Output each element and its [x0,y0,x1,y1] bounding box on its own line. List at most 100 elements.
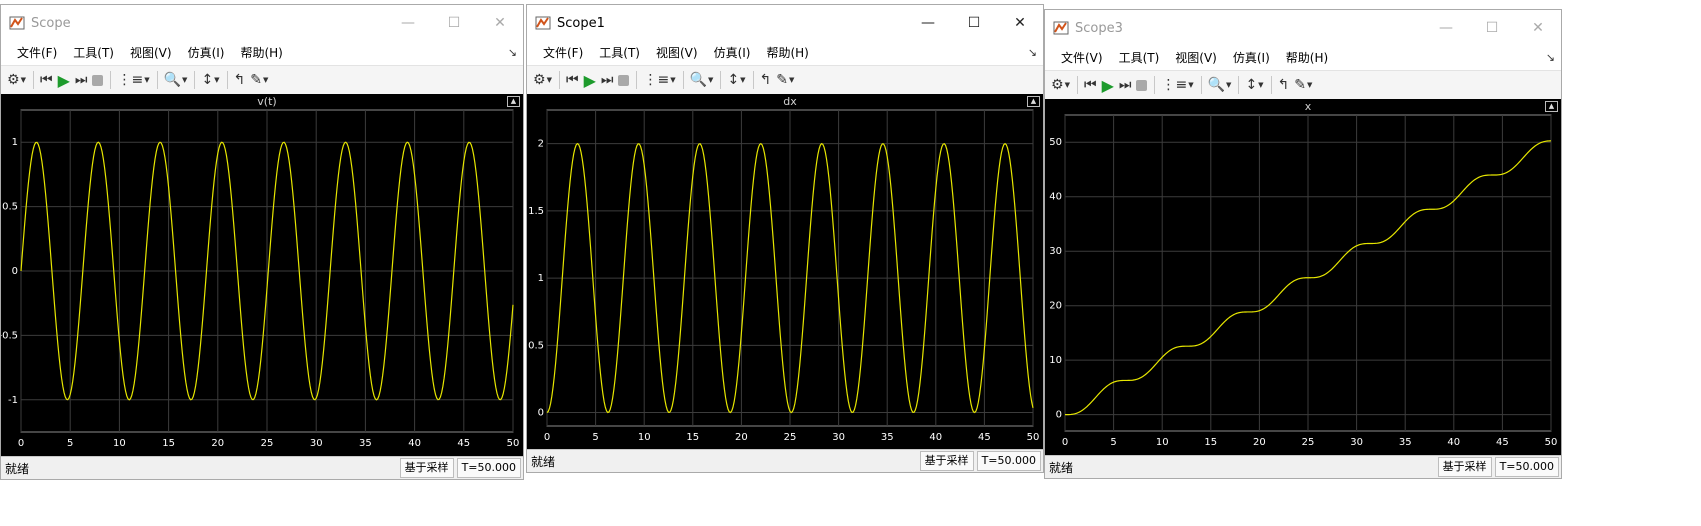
zoom-icon[interactable]: 🔍 ▼ [162,69,190,91]
plot-area[interactable]: dx 0 5 10 15 20 25 30 35 40 45 50 0 0.5 1 1.5 2 ▲ [527,94,1043,452]
menu-tools[interactable]: 工具(T) [1111,46,1168,70]
x-tick-label: 0 [544,432,550,443]
undock-arrow-icon[interactable]: ↘ [1546,51,1555,64]
highlight-icon[interactable]: ⋮≡ ▼ [1159,74,1195,96]
close-button[interactable]: ✕ [1515,10,1561,46]
menu-tools[interactable]: 工具(T) [591,41,648,65]
triggers-icon[interactable]: ↰ [232,69,248,91]
menu-file[interactable]: 文件(V) [1053,46,1111,70]
title-bar[interactable]: Scope1 — ☐ ✕ [527,5,1043,41]
window-title: Scope1 [557,15,605,31]
gear-icon[interactable]: ⚙ ▼ [1049,74,1072,96]
minimize-button[interactable]: — [1423,10,1469,46]
undock-icon[interactable]: ▲ [1027,96,1040,107]
step-back-icon[interactable]: ⏮ [1082,74,1099,96]
menu-bar: 文件(F) 工具(T) 视图(V) 仿真(I) 帮助(H) ↘ [527,41,1043,65]
measurements-icon[interactable]: ✎ ▼ [774,69,796,91]
scope1-window[interactable]: Scope1 — ☐ ✕ 文件(F) 工具(T) 视图(V) 仿真(I) 帮助(… [526,4,1044,473]
close-button[interactable]: ✕ [997,5,1043,41]
y-tick-label: 0.5 [2,202,18,213]
stop-icon[interactable] [90,69,105,91]
menu-help[interactable]: 帮助(H) [232,41,290,65]
triggers-icon[interactable]: ↰ [1276,74,1292,96]
x-tick-label: 5 [1110,437,1116,448]
zoom-icon[interactable]: 🔍 ▼ [1206,74,1234,96]
status-ready: 就绪 [5,461,30,476]
maximize-button[interactable]: ☐ [951,5,997,41]
plot-title: v(t) [257,95,276,108]
scale-axes-icon[interactable]: ↕ ▼ [725,69,747,91]
measurements-icon[interactable]: ✎ ▼ [248,69,270,91]
run-icon[interactable]: ▶ [582,69,598,91]
run-icon[interactable]: ▶ [56,69,72,91]
menu-tools[interactable]: 工具(T) [65,41,122,65]
menu-file[interactable]: 文件(F) [535,41,591,65]
minimize-button[interactable]: — [905,5,951,41]
maximize-button[interactable]: ☐ [431,5,477,41]
step-forward-icon[interactable]: ⏭ [599,69,616,91]
stop-icon[interactable] [1134,74,1149,96]
maximize-button[interactable]: ☐ [1469,10,1515,46]
scale-axes-icon[interactable]: ↕ ▼ [1243,74,1265,96]
undock-icon[interactable]: ▲ [1545,101,1558,112]
close-button[interactable]: ✕ [477,5,523,41]
x-tick-label: 40 [1447,437,1460,448]
plot-svg[interactable]: x 0 5 10 15 20 25 30 35 40 45 50 0 10 20 30 40 50 [1045,99,1561,457]
measurements-icon[interactable]: ✎ ▼ [1292,74,1314,96]
title-bar[interactable]: Scope3 — ☐ ✕ [1045,10,1561,46]
highlight-icon[interactable]: ⋮≡ ▼ [115,69,151,91]
toolbar: ⚙ ▼ ⏮ ▶ ⏭ ⋮≡ ▼ 🔍 ▼ ↕ ▼ ↰ ✎ ▼ [1,65,523,95]
menu-help[interactable]: 帮助(H) [758,41,816,65]
minimize-button[interactable]: — [385,5,431,41]
run-icon[interactable]: ▶ [1100,74,1116,96]
title-bar[interactable]: Scope — ☐ ✕ [1,5,523,41]
gear-icon[interactable]: ⚙ ▼ [531,69,554,91]
menu-view[interactable]: 视图(V) [122,41,180,65]
scale-axes-icon[interactable]: ↕ ▼ [199,69,221,91]
menu-view[interactable]: 视图(V) [1167,46,1225,70]
x-tick-label: 5 [67,438,73,449]
step-back-icon[interactable]: ⏮ [38,69,55,91]
undock-icon[interactable]: ▲ [507,96,520,107]
menu-file[interactable]: 文件(F) [9,41,65,65]
gear-icon[interactable]: ⚙ ▼ [5,69,28,91]
stop-icon[interactable] [616,69,631,91]
menu-help[interactable]: 帮助(H) [1278,46,1336,70]
plot-area[interactable]: x 0 5 10 15 20 25 30 35 40 45 50 0 10 20 30 40 50 ▲ [1045,99,1561,457]
menu-simulation[interactable]: 仿真(I) [1225,46,1278,70]
undock-arrow-icon[interactable]: ↘ [1028,46,1037,59]
x-tick-label: 40 [929,432,942,443]
matlab-logo-icon [535,16,551,30]
plot-area[interactable]: v(t) 0 5 10 15 20 25 30 35 40 45 50 -1 -0.5 0 0.5 1 ▲ [1,94,523,458]
x-tick-label: 30 [832,432,845,443]
menu-view[interactable]: 视图(V) [648,41,706,65]
step-forward-icon[interactable]: ⏭ [1117,74,1134,96]
step-back-icon[interactable]: ⏮ [564,69,581,91]
highlight-icon[interactable]: ⋮≡ ▼ [641,69,677,91]
plot-svg[interactable]: v(t) 0 5 10 15 20 25 30 35 40 45 50 -1 -0.5 0 0.5 1 [1,94,523,458]
status-mode: 基于采样 [399,458,454,478]
plot-svg[interactable]: dx 0 5 10 15 20 25 30 35 40 45 50 0 0.5 1 1.5 2 [527,94,1043,452]
x-tick-label: 25 [1302,437,1315,448]
x-tick-label: 35 [1399,437,1412,448]
scope-window[interactable]: Scope — ☐ ✕ 文件(F) 工具(T) 视图(V) 仿真(I) 帮助(H… [0,4,524,480]
y-tick-label: 2 [538,139,544,150]
undock-arrow-icon[interactable]: ↘ [508,46,517,59]
y-tick-label: 0.5 [528,340,544,351]
menu-simulation[interactable]: 仿真(I) [180,41,233,65]
scope3-window[interactable]: Scope3 — ☐ ✕ 文件(V) 工具(T) 视图(V) 仿真(I) 帮助(… [1044,9,1562,479]
y-tick-label: 40 [1049,192,1062,203]
step-forward-icon[interactable]: ⏭ [73,69,90,91]
x-tick-label: 30 [310,438,323,449]
x-tick-label: 5 [592,432,598,443]
zoom-icon[interactable]: 🔍 ▼ [688,69,716,91]
triggers-icon[interactable]: ↰ [758,69,774,91]
y-tick-label: -1 [8,395,18,406]
y-tick-label: 0 [12,266,18,277]
x-tick-label: 45 [1496,437,1509,448]
menu-simulation[interactable]: 仿真(I) [706,41,759,65]
status-time: T=50.000 [456,458,521,478]
x-tick-label: 15 [162,438,175,449]
y-tick-label: 10 [1049,355,1062,366]
y-tick-label: -0.5 [1,330,18,341]
